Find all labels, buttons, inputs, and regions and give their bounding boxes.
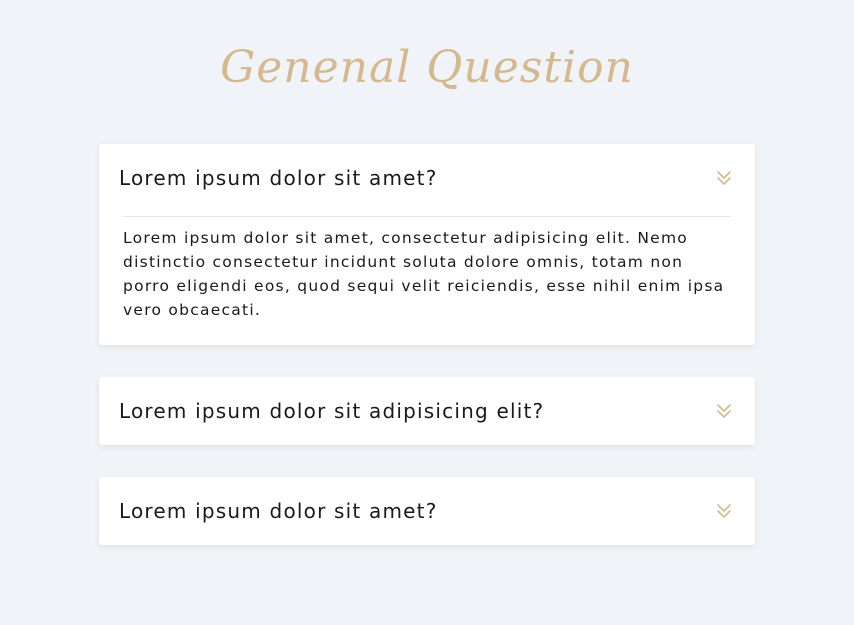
chevron-double-down-icon[interactable] <box>715 503 733 519</box>
page-title: Genenal Question <box>220 42 634 93</box>
faq-item: Lorem ipsum dolor sit amet? <box>99 477 755 545</box>
faq-item-header[interactable]: Lorem ipsum dolor sit amet? <box>99 477 755 545</box>
chevron-double-down-icon[interactable] <box>715 170 733 186</box>
faq-divider <box>123 216 731 217</box>
faq-item-header[interactable]: Lorem ipsum dolor sit adipisicing elit? <box>99 377 755 445</box>
faq-question: Lorem ipsum dolor sit adipisicing elit? <box>119 399 545 423</box>
faq-answer: Lorem ipsum dolor sit amet, consectetur … <box>123 229 725 319</box>
faq-item: Lorem ipsum dolor sit adipisicing elit? <box>99 377 755 445</box>
faq-question: Lorem ipsum dolor sit amet? <box>119 499 438 523</box>
chevron-double-down-icon[interactable] <box>715 403 733 419</box>
faq-question: Lorem ipsum dolor sit amet? <box>119 166 438 190</box>
faq-item: Lorem ipsum dolor sit amet? Lorem ipsum … <box>99 144 755 345</box>
faq-item-header[interactable]: Lorem ipsum dolor sit amet? <box>99 144 755 212</box>
